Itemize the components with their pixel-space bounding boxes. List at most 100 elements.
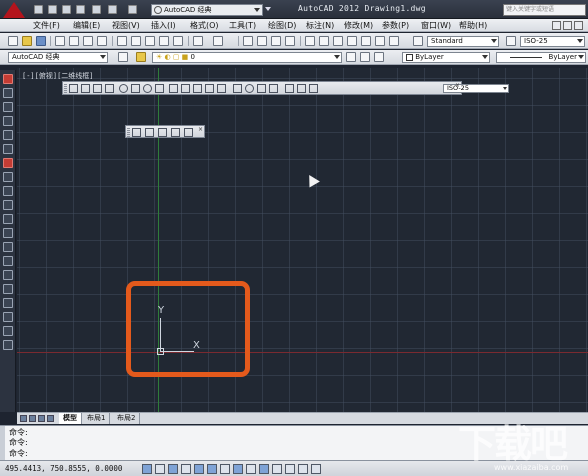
tool-palettes-icon[interactable] — [333, 36, 343, 46]
viewport-controls[interactable]: [-][俯视][二维线框] — [22, 71, 94, 81]
infer-constraints-icon[interactable] — [142, 464, 152, 474]
calculator-icon[interactable] — [375, 36, 385, 46]
open-icon[interactable] — [22, 36, 32, 46]
center-mark-icon[interactable] — [245, 84, 254, 93]
menu-view[interactable]: 视图(V) — [112, 20, 140, 31]
dim-edit-icon[interactable] — [285, 84, 294, 93]
last-tab-icon[interactable] — [47, 415, 54, 422]
insert-block-icon[interactable] — [3, 228, 13, 238]
text-style-dropdown[interactable]: Standard — [427, 36, 499, 47]
print-icon[interactable] — [55, 36, 65, 46]
object-snap-icon[interactable] — [207, 464, 217, 474]
layer-previous-icon[interactable] — [360, 52, 370, 62]
ortho-mode-icon[interactable] — [181, 464, 191, 474]
angular-dim-icon[interactable] — [155, 84, 164, 93]
autocad-logo-icon[interactable] — [3, 2, 25, 18]
revision-cloud-icon[interactable] — [3, 172, 13, 182]
layer-dropdown[interactable]: ☀ ◐ ▢ ■ 0 — [152, 52, 342, 63]
menu-dimension[interactable]: 标注(N) — [306, 20, 334, 31]
close-icon[interactable]: × — [455, 82, 460, 89]
dim-break-icon[interactable] — [217, 84, 226, 93]
match-properties-icon[interactable] — [159, 36, 169, 46]
zoom-window-icon[interactable] — [271, 36, 281, 46]
baseline-dim-icon[interactable] — [181, 84, 190, 93]
object-snap-tracking-icon[interactable] — [233, 464, 243, 474]
cut-icon[interactable] — [117, 36, 127, 46]
selection-cycling-icon[interactable] — [311, 464, 321, 474]
sheet-set-icon[interactable] — [347, 36, 357, 46]
toolbar-grip[interactable] — [127, 128, 130, 137]
ellipse-icon[interactable] — [3, 200, 13, 210]
undo-icon[interactable] — [108, 5, 117, 14]
dim-style-manager-icon[interactable] — [513, 84, 522, 93]
save-icon[interactable] — [62, 5, 71, 14]
dynamic-input-icon[interactable] — [259, 464, 269, 474]
transparency-icon[interactable] — [285, 464, 295, 474]
publish-icon[interactable] — [83, 36, 93, 46]
quick-properties-icon[interactable] — [298, 464, 308, 474]
block-editor-icon[interactable] — [173, 36, 183, 46]
menu-window[interactable]: 窗口(W) — [421, 20, 451, 31]
menu-format[interactable]: 格式(O) — [190, 20, 219, 31]
ordinate-dim-icon[interactable] — [105, 84, 114, 93]
spline-icon[interactable] — [3, 186, 13, 196]
aligned-dim-icon[interactable] — [81, 84, 90, 93]
markup-icon[interactable] — [361, 36, 371, 46]
close-icon[interactable] — [574, 21, 583, 30]
dim-style-dropdown[interactable]: ISO-25 — [520, 36, 585, 47]
workspace-dropdown[interactable]: AutoCAD 经典 — [151, 4, 263, 16]
workspace-dropdown-2[interactable]: AutoCAD 经典 — [8, 52, 108, 63]
3d-print-icon[interactable] — [97, 36, 107, 46]
redo-icon[interactable] — [213, 36, 223, 46]
linear-dim-icon[interactable] — [69, 84, 78, 93]
add-selected-icon[interactable] — [3, 340, 13, 350]
multiline-text-icon[interactable] — [3, 326, 13, 336]
make-block-icon[interactable] — [3, 242, 13, 252]
tool-e-icon[interactable] — [184, 128, 193, 137]
save-as-icon[interactable] — [76, 5, 85, 14]
menu-draw[interactable]: 绘图(D) — [268, 20, 296, 31]
layer-properties-icon[interactable] — [136, 52, 146, 62]
rectangle-icon[interactable] — [3, 130, 13, 140]
new-icon[interactable] — [8, 36, 18, 46]
tab-model[interactable]: 模型 — [59, 413, 82, 424]
workspace-settings-icon[interactable] — [118, 52, 128, 62]
dim-text-edit-icon[interactable] — [297, 84, 306, 93]
diameter-dim-icon[interactable] — [143, 84, 152, 93]
prev-tab-icon[interactable] — [29, 415, 36, 422]
lineweight-icon[interactable] — [272, 464, 282, 474]
quick-access-dropdown-icon[interactable] — [265, 7, 271, 11]
tab-layout1[interactable]: 布局1 — [83, 413, 111, 424]
line-icon[interactable] — [3, 74, 13, 84]
tool-a-icon[interactable] — [132, 128, 141, 137]
save-icon[interactable] — [36, 36, 46, 46]
gradient-icon[interactable] — [3, 284, 13, 294]
drawing-canvas[interactable] — [17, 68, 588, 412]
jogged-linear-icon[interactable] — [269, 84, 278, 93]
quick-dim-icon[interactable] — [169, 84, 178, 93]
menu-edit[interactable]: 编辑(E) — [73, 20, 100, 31]
dynamic-ucs-icon[interactable] — [246, 464, 256, 474]
continue-dim-icon[interactable] — [193, 84, 202, 93]
snap-mode-icon[interactable] — [155, 464, 165, 474]
menu-parameters[interactable]: 参数(P) — [382, 20, 409, 31]
arc-icon[interactable] — [3, 144, 13, 154]
command-grip[interactable] — [0, 426, 5, 461]
menu-help[interactable]: 帮助(H) — [459, 20, 487, 31]
design-center-icon[interactable] — [319, 36, 329, 46]
tolerance-icon[interactable] — [233, 84, 242, 93]
coordinate-readout[interactable]: 495.4413, 750.8555, 0.0000 — [5, 464, 122, 473]
search-input[interactable]: 键入关键字或短语 — [503, 4, 586, 16]
zoom-previous-icon[interactable] — [285, 36, 295, 46]
print-preview-icon[interactable] — [69, 36, 79, 46]
toolbar-grip[interactable] — [64, 84, 67, 93]
layer-state-icon[interactable] — [374, 52, 384, 62]
circle-icon[interactable] — [3, 158, 13, 168]
3d-object-snap-icon[interactable] — [220, 464, 230, 474]
dim-update-icon[interactable] — [309, 84, 318, 93]
menu-tools[interactable]: 工具(T) — [229, 20, 256, 31]
color-dropdown[interactable]: ByLayer — [402, 52, 490, 63]
tool-b-icon[interactable] — [145, 128, 154, 137]
menu-file[interactable]: 文件(F) — [33, 20, 60, 31]
command-prompt[interactable]: 命令: — [9, 448, 28, 459]
